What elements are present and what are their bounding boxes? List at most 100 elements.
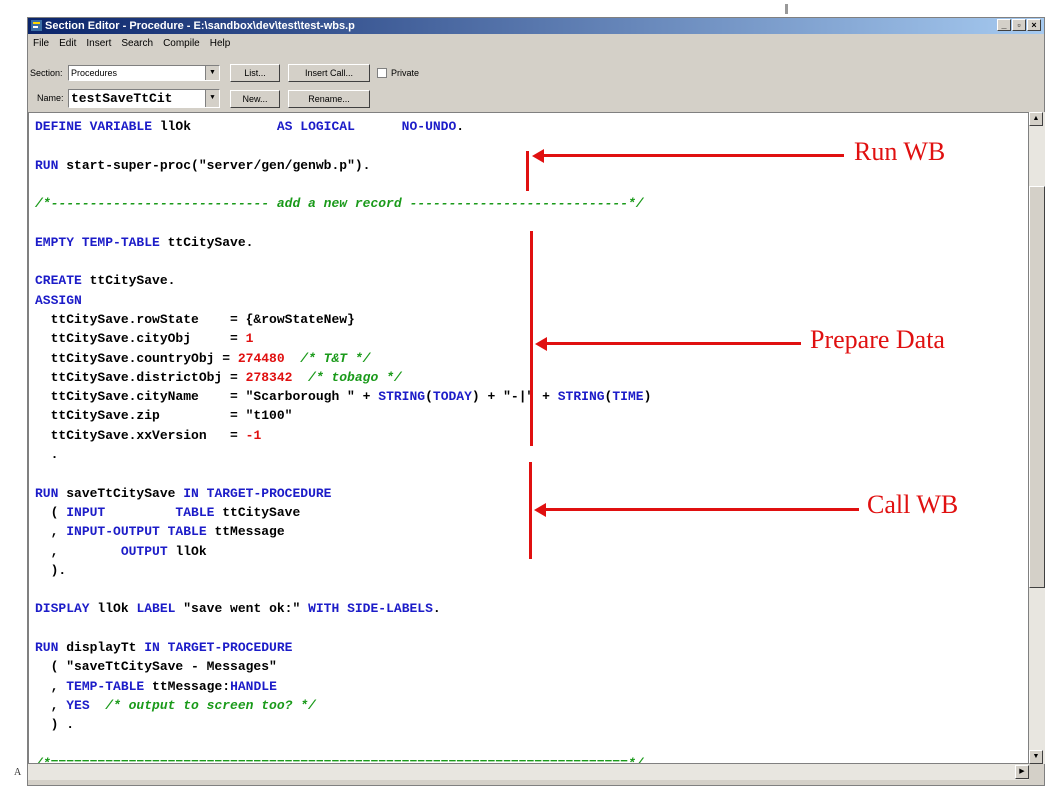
code-line[interactable]: ttCitySave.cityObj = 1 — [35, 329, 651, 348]
section-select-value: Procedures — [71, 68, 118, 78]
code-token: STRING — [557, 389, 605, 405]
code-token: displayTt — [66, 640, 145, 656]
code-line[interactable] — [35, 619, 651, 638]
code-token: , — [35, 524, 67, 540]
list-button[interactable]: List... — [230, 64, 280, 82]
horizontal-scrollbar[interactable]: ▶ — [28, 764, 1029, 780]
code-line[interactable]: , INPUT-OUTPUT TABLE ttMessage — [35, 522, 651, 541]
scroll-up-icon[interactable]: ▲ — [1029, 112, 1043, 126]
private-checkbox[interactable] — [377, 68, 387, 78]
annotation-call-wb: Call WB — [867, 490, 959, 519]
minimize-button[interactable]: _ — [997, 19, 1011, 31]
close-button[interactable]: × — [1027, 19, 1041, 31]
code-token: , — [35, 697, 67, 713]
code-token: ttCitySave.zip = "t100" — [35, 408, 293, 424]
footer-text: A — [14, 767, 22, 778]
code-token: AS LOGICAL NO-UNDO — [276, 119, 457, 134]
code-token: OUTPUT — [120, 543, 176, 559]
code-line[interactable]: , TEMP-TABLE ttMessage:HANDLE — [35, 677, 651, 696]
code-line[interactable]: , YES /* output to screen too? */ — [35, 696, 651, 715]
code-line[interactable]: ttCitySave.zip = "t100" — [35, 406, 651, 425]
menu-bar: File Edit Insert Search Compile Help — [28, 36, 235, 52]
code-token: RUN — [35, 485, 67, 501]
name-label: Name: — [37, 93, 64, 103]
code-line[interactable] — [35, 175, 651, 194]
code-token: ) . — [35, 717, 75, 733]
code-line[interactable]: EMPTY TEMP-TABLE ttCitySave. — [35, 233, 651, 252]
code-token: ). — [35, 562, 67, 578]
code-line[interactable]: /*======================================… — [35, 754, 651, 763]
menu-file[interactable]: File — [28, 36, 54, 52]
code-line[interactable]: /*---------------------------- add a new… — [35, 194, 651, 213]
code-line[interactable]: RUN saveTtCitySave IN TARGET-PROCEDURE — [35, 484, 651, 503]
code-editor[interactable]: DEFINE VARIABLE llOk AS LOGICAL NO-UNDO.… — [28, 112, 1029, 764]
code-line[interactable]: ). — [35, 561, 651, 580]
annotation-prepare-data: Prepare Data — [810, 325, 945, 354]
code-line[interactable]: RUN displayTt IN TARGET-PROCEDURE — [35, 638, 651, 657]
code-token: YES — [66, 697, 90, 713]
code-line[interactable]: ( "saveTtCitySave - Messages" — [35, 657, 651, 676]
call-wb-bracket — [529, 462, 532, 559]
code-token: ttCitySave.rowState = {&rowStateNew} — [35, 311, 355, 327]
section-toolbar: Section: Procedures ▼ List... Insert Cal… — [28, 64, 1044, 84]
code-line[interactable]: ) . — [35, 715, 651, 734]
code-line[interactable] — [35, 252, 651, 271]
code-token: . — [432, 601, 441, 617]
code-token: ( "saveTtCitySave - Messages" — [35, 659, 277, 675]
code-line[interactable] — [35, 580, 651, 599]
new-button[interactable]: New... — [230, 90, 280, 108]
code-line[interactable]: DEFINE VARIABLE llOk AS LOGICAL NO-UNDO. — [35, 117, 651, 136]
menu-search[interactable]: Search — [116, 36, 158, 52]
code-token: HANDLE — [230, 678, 277, 694]
vertical-scrollbar[interactable]: ▲ ▼ — [1029, 112, 1045, 764]
code-line[interactable]: ( INPUT TABLE ttCitySave — [35, 503, 651, 522]
code-token: . — [35, 447, 59, 463]
chevron-down-icon[interactable]: ▼ — [205, 66, 219, 80]
code-token: ( — [35, 504, 67, 520]
code-token: ttCitySave.districtObj = — [35, 369, 246, 385]
code-line[interactable] — [35, 464, 651, 483]
code-line[interactable] — [35, 136, 651, 155]
menu-compile[interactable]: Compile — [158, 36, 205, 52]
code-line[interactable]: ttCitySave.cityName = "Scarborough " + S… — [35, 387, 652, 406]
code-token: TODAY — [432, 389, 472, 405]
code-line[interactable]: CREATE ttCitySave. — [35, 271, 651, 290]
maximize-button[interactable]: ▫ — [1012, 19, 1026, 31]
code-token: llOk — [175, 543, 207, 559]
menu-edit[interactable]: Edit — [54, 36, 81, 52]
code-token: , — [35, 543, 121, 559]
scroll-right-icon[interactable]: ▶ — [1015, 765, 1029, 779]
code-line[interactable]: ttCitySave.xxVersion = -1 — [35, 426, 651, 445]
code-token: ttCitySave — [222, 504, 301, 520]
code-line[interactable]: . — [35, 445, 651, 464]
rename-button[interactable]: Rename... — [288, 90, 370, 108]
code-token: start-super-proc("server/gen/genwb.p"). — [66, 157, 371, 173]
prepare-data-arrow — [545, 342, 801, 345]
code-line[interactable]: ttCitySave.countryObj = 274480 /* T&T */ — [35, 349, 651, 368]
code-token: TIME — [612, 389, 644, 405]
section-select[interactable]: Procedures ▼ — [68, 65, 220, 81]
code-line[interactable]: ttCitySave.districtObj = 278342 /* tobag… — [35, 368, 651, 387]
chevron-down-icon[interactable]: ▼ — [205, 90, 219, 107]
code-token: RUN — [35, 157, 67, 173]
code-token: ttCitySave. — [89, 273, 176, 289]
code-token: ) + "-|" + — [471, 389, 558, 405]
code-line[interactable] — [35, 213, 651, 232]
insert-call-button[interactable]: Insert Call... — [288, 64, 370, 82]
code-token: ) — [643, 389, 652, 405]
menu-help[interactable]: Help — [205, 36, 236, 52]
menu-insert[interactable]: Insert — [81, 36, 116, 52]
code-line[interactable]: ttCitySave.rowState = {&rowStateNew} — [35, 310, 651, 329]
code-line[interactable]: DISPLAY llOk LABEL "save went ok:" WITH … — [35, 599, 651, 618]
code-token: DISPLAY — [35, 601, 98, 617]
title-bar[interactable]: Section Editor - Procedure - E:\sandbox\… — [28, 18, 1044, 34]
scroll-thumb[interactable] — [1029, 186, 1045, 588]
name-select[interactable]: testSaveTtCit ▼ — [68, 89, 220, 108]
code-line[interactable]: RUN start-super-proc("server/gen/genwb.p… — [35, 156, 651, 175]
prepare-data-bracket — [530, 231, 533, 446]
code-line[interactable]: , OUTPUT llOk — [35, 542, 651, 561]
code-line[interactable]: ASSIGN — [35, 291, 651, 310]
scroll-down-icon[interactable]: ▼ — [1029, 750, 1043, 764]
code-line[interactable] — [35, 735, 651, 754]
code-text[interactable]: DEFINE VARIABLE llOk AS LOGICAL NO-UNDO.… — [35, 117, 652, 763]
